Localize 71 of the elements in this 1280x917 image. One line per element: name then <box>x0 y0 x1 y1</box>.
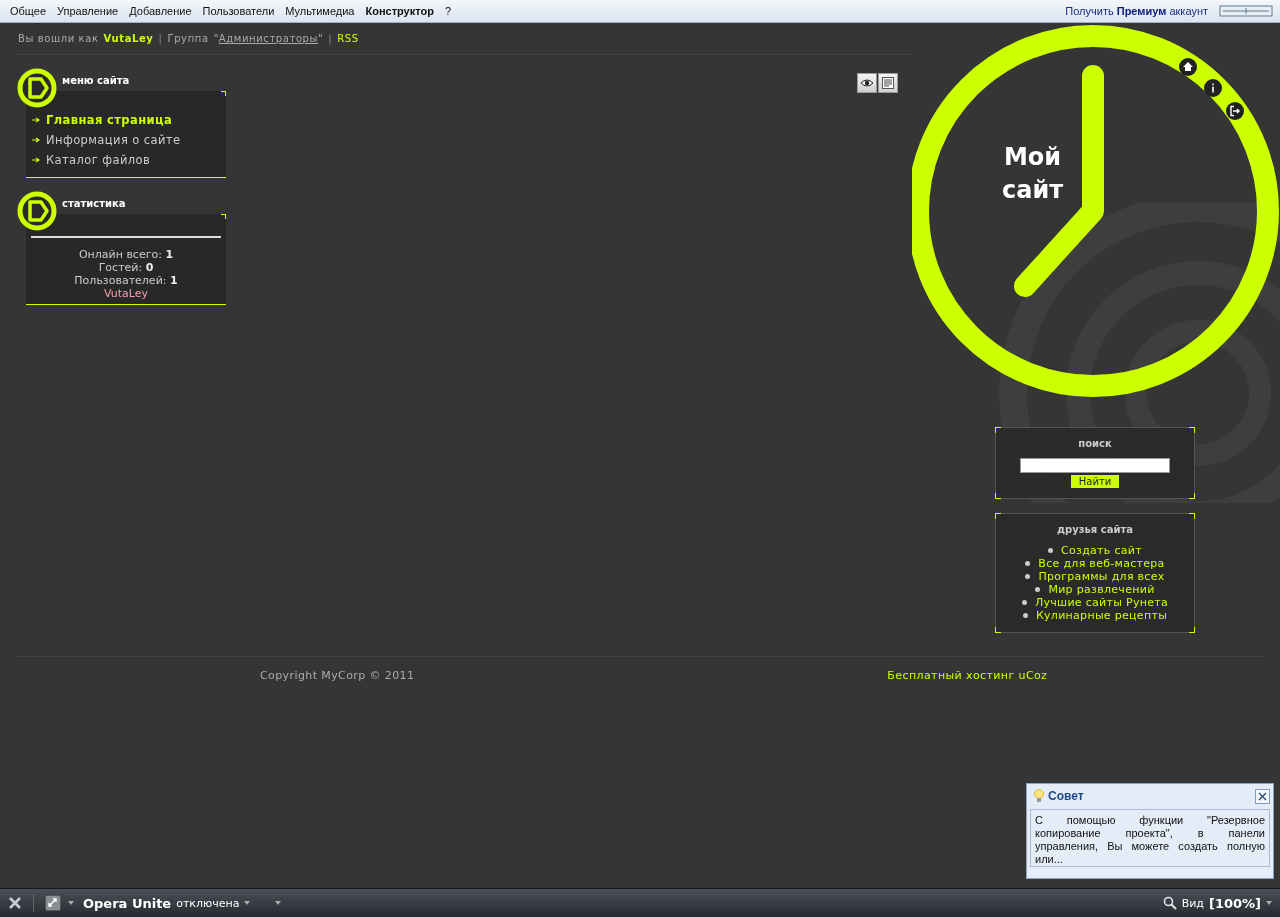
caret-icon[interactable] <box>68 901 74 905</box>
logout-icon[interactable] <box>1226 102 1244 120</box>
friend-link[interactable]: Лучшие сайты Рунета <box>1034 596 1169 609</box>
tools-icon[interactable] <box>8 896 22 910</box>
copyright-text: Copyright MyCorp © 2011 <box>260 668 415 682</box>
unite-icon[interactable] <box>45 895 63 911</box>
arrow-icon <box>32 117 40 123</box>
block-title: меню сайта <box>62 75 130 86</box>
bullet-icon <box>1025 574 1031 579</box>
menu-link[interactable]: Каталог файлов <box>46 153 151 167</box>
premium-link[interactable]: Получить Премиум аккаунт <box>1065 5 1208 17</box>
stat-line: Пользователей: 1 <box>74 274 178 287</box>
menu-link[interactable]: Главная страница <box>46 113 173 127</box>
arrow-icon <box>32 137 40 143</box>
close-icon <box>1258 791 1267 801</box>
menu-item[interactable]: Общее <box>10 5 47 17</box>
separator-text: | <box>158 33 163 44</box>
menu-item[interactable]: Конструктор <box>365 5 434 17</box>
group-link[interactable]: Администраторы <box>218 33 319 44</box>
menu-item[interactable]: Пользователи <box>202 5 275 17</box>
stat-line: Онлайн всего: 1 <box>78 248 174 261</box>
bullet-icon <box>1035 587 1041 592</box>
caret-icon[interactable] <box>275 901 282 905</box>
hosting-link[interactable]: Бесплатный хостинг uCoz <box>887 668 1048 682</box>
stat-line: Гостей: 0 <box>98 261 154 274</box>
menu-item[interactable]: Мультимедиа <box>285 5 355 17</box>
friend-link[interactable]: Программы для всех <box>1038 570 1165 583</box>
zoom-level[interactable]: [100%] <box>1208 895 1261 911</box>
edit-mode-button[interactable] <box>878 73 898 93</box>
tip-text: С помощью функции "Резервное копирование проекта", в панели управления, Вы можете создать полную или... <box>1035 814 1265 866</box>
menu-item[interactable]: Добавление <box>129 5 192 17</box>
friend-link[interactable]: Создать сайт <box>1061 544 1142 557</box>
block-title: статистика <box>62 198 126 209</box>
caret-icon[interactable] <box>244 901 251 905</box>
home-icon[interactable] <box>1179 58 1197 76</box>
group-label: Группа <box>167 33 209 44</box>
bullet-icon <box>1022 613 1028 618</box>
friend-link[interactable]: Кулинарные рецепты <box>1035 609 1168 622</box>
quote-mark: " <box>318 33 324 44</box>
bullet-icon <box>1025 561 1031 566</box>
unite-status: отключена <box>176 896 240 910</box>
site-title: Мой сайт <box>1002 142 1064 206</box>
eye-icon <box>860 78 874 88</box>
search-field[interactable] <box>1020 458 1170 473</box>
bullet-icon <box>1021 600 1027 605</box>
quote-mark: " <box>213 33 219 44</box>
arrow-icon <box>32 157 40 163</box>
lightbulb-icon <box>1034 789 1044 803</box>
unite-label: Opera Unite <box>83 895 172 911</box>
username-link[interactable]: VutaLey <box>103 33 154 44</box>
caret-icon[interactable] <box>1266 901 1272 905</box>
tip-title: Совет <box>1048 789 1084 803</box>
panel-title: друзья сайта <box>1057 524 1133 535</box>
close-button[interactable] <box>1255 788 1270 804</box>
search-button[interactable]: Найти <box>1070 475 1120 488</box>
menu-link[interactable]: Информация о сайте <box>46 133 181 147</box>
panel-title: поиск <box>1078 438 1112 449</box>
info-icon[interactable] <box>1204 79 1222 97</box>
rss-link[interactable]: RSS <box>337 33 359 44</box>
online-user-link[interactable]: VutaLey <box>104 287 148 300</box>
menu-item[interactable]: Управление <box>57 5 119 17</box>
login-label: Вы вошли как <box>18 33 99 44</box>
preview-button[interactable] <box>857 73 877 93</box>
zoom-icon[interactable] <box>1162 896 1177 910</box>
panel-handle-icon[interactable] <box>1219 5 1273 17</box>
separator-text: | <box>328 33 333 44</box>
bullet-icon <box>1048 548 1053 553</box>
friend-link[interactable]: Мир развлечений <box>1048 583 1155 596</box>
view-label: Вид <box>1181 896 1204 910</box>
menu-item[interactable]: ? <box>444 5 452 17</box>
friend-link[interactable]: Все для веб-мастера <box>1038 557 1165 570</box>
